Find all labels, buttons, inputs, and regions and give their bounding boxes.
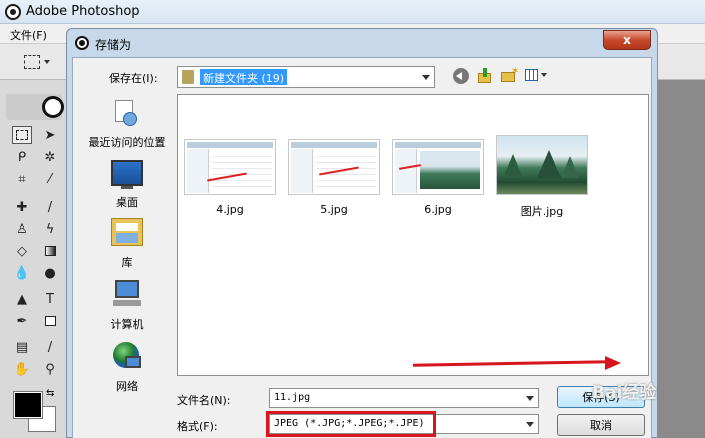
file-thumbnail-4[interactable]: [184, 139, 276, 195]
chevron-down-icon[interactable]: [422, 75, 430, 80]
photoshop-logo-icon: [5, 4, 21, 20]
app-title: Adobe Photoshop: [26, 4, 140, 19]
chevron-down-icon[interactable]: [526, 396, 534, 401]
place-desktop[interactable]: 桌面: [79, 158, 175, 218]
foreground-color-swatch[interactable]: [13, 391, 43, 419]
move-tool-icon[interactable]: ➤: [40, 126, 60, 144]
filename-input[interactable]: 11.jpg: [269, 388, 539, 408]
type-tool-icon[interactable]: T: [40, 290, 60, 308]
slice-tool-icon[interactable]: ⁄: [40, 170, 60, 188]
place-label: 计算机: [110, 318, 144, 331]
notes-tool-icon[interactable]: ▤: [12, 338, 32, 356]
computer-icon: [111, 280, 143, 308]
file-name[interactable]: 4.jpg: [184, 203, 276, 216]
close-button[interactable]: x: [603, 30, 651, 50]
lasso-tool-icon[interactable]: ᑭ: [12, 148, 32, 166]
format-highlight-box: [266, 411, 436, 437]
toolbox-header: [6, 94, 64, 120]
shape-tool-icon[interactable]: [40, 312, 60, 330]
save-in-dropdown[interactable]: 新建文件夹 (19): [177, 66, 435, 88]
place-library[interactable]: 库: [79, 216, 175, 276]
gradient-tool-icon[interactable]: [40, 242, 60, 260]
watermark: Bai经验: [592, 383, 657, 403]
cancel-button[interactable]: 取消: [557, 414, 645, 436]
chevron-down-icon[interactable]: [526, 422, 534, 427]
place-label: 桌面: [116, 196, 138, 209]
preset-dropdown-icon[interactable]: [44, 60, 50, 64]
save-in-value: 新建文件夹 (19): [200, 69, 288, 85]
eyedropper-tool-icon[interactable]: /: [40, 338, 60, 356]
place-label: 库: [121, 256, 133, 269]
save-as-dialog: 存储为 x 保存在(I): 新建文件夹 (19) ✶ 最近访问的位置 桌面 库: [66, 28, 658, 438]
photoshop-eye-icon: [42, 96, 64, 118]
dialog-app-icon: [75, 36, 89, 50]
file-name[interactable]: 图片.jpg: [496, 203, 588, 219]
place-recent[interactable]: 最近访问的位置: [79, 96, 175, 156]
format-label: 格式(F):: [177, 420, 218, 433]
hand-tool-icon[interactable]: ✋: [12, 360, 32, 378]
dialog-body: 保存在(I): 新建文件夹 (19) ✶ 最近访问的位置 桌面 库 计算机 网络…: [72, 57, 652, 438]
path-selection-tool-icon[interactable]: ▲: [12, 290, 32, 308]
file-thumbnail-5[interactable]: [288, 139, 380, 195]
up-one-level-icon[interactable]: [477, 68, 493, 84]
place-network[interactable]: 网络: [79, 340, 175, 400]
places-bar: 最近访问的位置 桌面 库 计算机 网络: [79, 96, 175, 402]
stamp-tool-icon[interactable]: ♙: [12, 220, 32, 238]
annotation-arrow: [412, 356, 623, 370]
pen-tool-icon[interactable]: ✒: [12, 312, 32, 330]
file-name[interactable]: 5.jpg: [288, 203, 380, 216]
file-name[interactable]: 6.jpg: [392, 203, 484, 216]
back-arrow-icon[interactable]: [453, 68, 469, 84]
place-label: 最近访问的位置: [88, 136, 166, 149]
blur-tool-icon[interactable]: 💧: [12, 264, 32, 282]
new-folder-icon[interactable]: ✶: [501, 66, 519, 82]
place-label: 网络: [116, 380, 138, 393]
save-in-label: 保存在(I):: [109, 72, 158, 85]
menu-file[interactable]: 文件(F): [10, 27, 47, 43]
history-brush-tool-icon[interactable]: ϟ: [40, 220, 60, 238]
app-titlebar: Adobe Photoshop: [0, 0, 705, 24]
network-icon: [111, 342, 143, 372]
marquee-preset-icon[interactable]: [24, 55, 40, 69]
dialog-title: 存储为: [95, 38, 132, 52]
folder-icon: [182, 70, 194, 84]
zoom-tool-icon[interactable]: ⚲: [40, 360, 60, 378]
filename-label: 文件名(N):: [177, 394, 231, 407]
recent-places-icon: [111, 100, 139, 128]
swap-colors-icon[interactable]: ⇆: [46, 388, 54, 399]
library-icon: [111, 218, 143, 246]
healing-brush-tool-icon[interactable]: ✚: [12, 198, 32, 216]
desktop-icon: [111, 160, 143, 189]
file-thumbnail-6[interactable]: [392, 139, 484, 195]
workspace-background: [658, 80, 705, 438]
place-computer[interactable]: 计算机: [79, 278, 175, 338]
filename-value: 11.jpg: [274, 392, 311, 403]
brush-tool-icon[interactable]: /: [40, 198, 60, 216]
magic-wand-tool-icon[interactable]: ✲: [40, 148, 60, 166]
eraser-tool-icon[interactable]: ◇: [12, 242, 32, 260]
crop-tool-icon[interactable]: ⌗: [12, 170, 32, 188]
dodge-tool-icon[interactable]: ●: [40, 264, 60, 282]
view-menu-icon[interactable]: [525, 68, 549, 82]
marquee-tool-icon[interactable]: [12, 126, 32, 144]
toolbox: ➤ ᑭ ✲ ⌗ ⁄ ✚ / ♙ ϟ ◇ 💧 ● ▲ T ✒ ▤ / ✋ ⚲ ⇆: [0, 80, 68, 438]
file-thumbnail-picture[interactable]: [496, 135, 588, 195]
file-list[interactable]: 4.jpg 5.jpg 6.jpg 图片.jpg: [177, 94, 649, 376]
